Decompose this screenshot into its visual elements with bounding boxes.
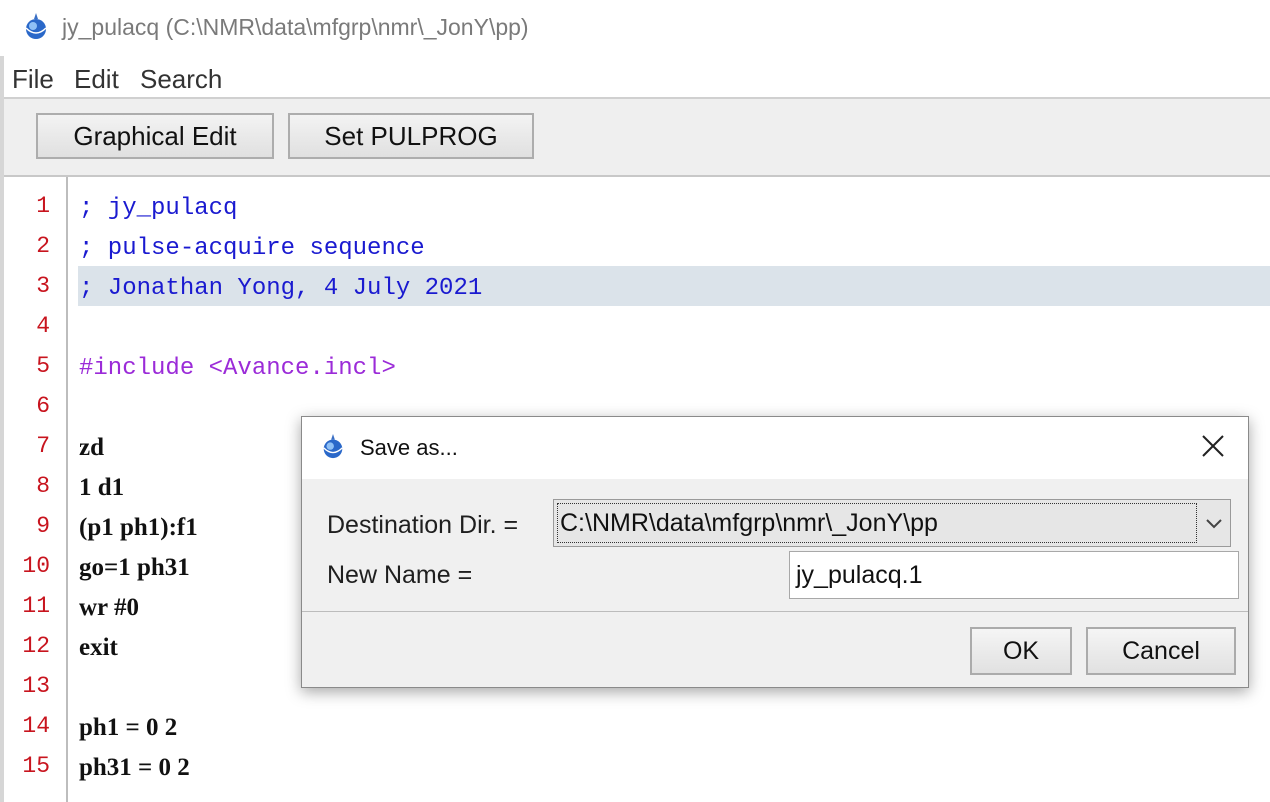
line-number: 6: [36, 393, 50, 419]
line-number: 15: [22, 753, 50, 779]
line-number: 1: [36, 193, 50, 219]
dialog-divider: [302, 611, 1248, 612]
code-line[interactable]: ; pulse-acquire sequence: [79, 235, 425, 262]
app-icon: [25, 13, 47, 39]
line-number: 5: [36, 353, 50, 379]
graphical-edit-button[interactable]: Graphical Edit: [36, 113, 274, 159]
chevron-down-icon[interactable]: [1204, 514, 1224, 534]
cancel-button[interactable]: Cancel: [1086, 627, 1236, 675]
line-number: 4: [36, 313, 50, 339]
new-name-input[interactable]: jy_pulacq.1: [789, 551, 1239, 599]
set-pulprog-button[interactable]: Set PULPROG: [288, 113, 534, 159]
code-line[interactable]: wr #0: [79, 594, 139, 622]
dialog-title: Save as...: [360, 435, 458, 460]
menu-file[interactable]: File: [12, 64, 54, 95]
code-line[interactable]: go=1 ph31: [79, 554, 190, 582]
destination-dir-select[interactable]: C:\NMR\data\mfgrp\nmr\_JonY\pp: [553, 499, 1231, 547]
code-line[interactable]: ph31 = 0 2: [79, 754, 190, 782]
ok-button[interactable]: OK: [970, 627, 1072, 675]
close-icon[interactable]: [1196, 429, 1230, 463]
new-name-label: New Name =: [327, 561, 473, 589]
code-line[interactable]: ; jy_pulacq: [79, 195, 237, 222]
line-number: 9: [36, 513, 50, 539]
destination-dir-label: Destination Dir. =: [327, 511, 519, 539]
menu-search[interactable]: Search: [140, 64, 222, 95]
line-number: 11: [22, 593, 50, 619]
code-line[interactable]: exit: [79, 634, 118, 662]
app-icon: [323, 434, 343, 459]
dialog-titlebar[interactable]: Save as...: [302, 417, 1248, 479]
menu-edit[interactable]: Edit: [74, 64, 119, 95]
code-line[interactable]: (p1 ph1):f1: [79, 514, 198, 542]
save-as-dialog: Save as... Destination Dir. = C:\NMR\dat…: [301, 416, 1249, 688]
line-number-gutter: 1 2 3 4 5 6 7 8 9 10 11 12 13 14 15: [4, 177, 68, 802]
code-line[interactable]: ph1 = 0 2: [79, 714, 177, 742]
line-number: 3: [36, 273, 50, 299]
window-title: jy_pulacq (C:\NMR\data\mfgrp\nmr\_JonY\p…: [62, 14, 529, 40]
line-number: 7: [36, 433, 50, 459]
code-line[interactable]: ; Jonathan Yong, 4 July 2021: [79, 275, 482, 302]
line-number: 10: [22, 553, 50, 579]
line-number: 14: [22, 713, 50, 739]
line-number: 8: [36, 473, 50, 499]
line-number: 2: [36, 233, 50, 259]
line-number: 13: [22, 673, 50, 699]
code-line[interactable]: zd: [79, 434, 104, 462]
code-line[interactable]: #include <Avance.incl>: [79, 355, 396, 382]
menubar: File Edit Search: [0, 56, 1270, 98]
code-line[interactable]: 1 d1: [79, 474, 124, 502]
line-number: 12: [22, 633, 50, 659]
toolbar: Graphical Edit Set PULPROG: [4, 99, 1270, 177]
destination-dir-value: C:\NMR\data\mfgrp\nmr\_JonY\pp: [557, 503, 1197, 543]
window-titlebar: jy_pulacq (C:\NMR\data\mfgrp\nmr\_JonY\p…: [0, 0, 1270, 56]
